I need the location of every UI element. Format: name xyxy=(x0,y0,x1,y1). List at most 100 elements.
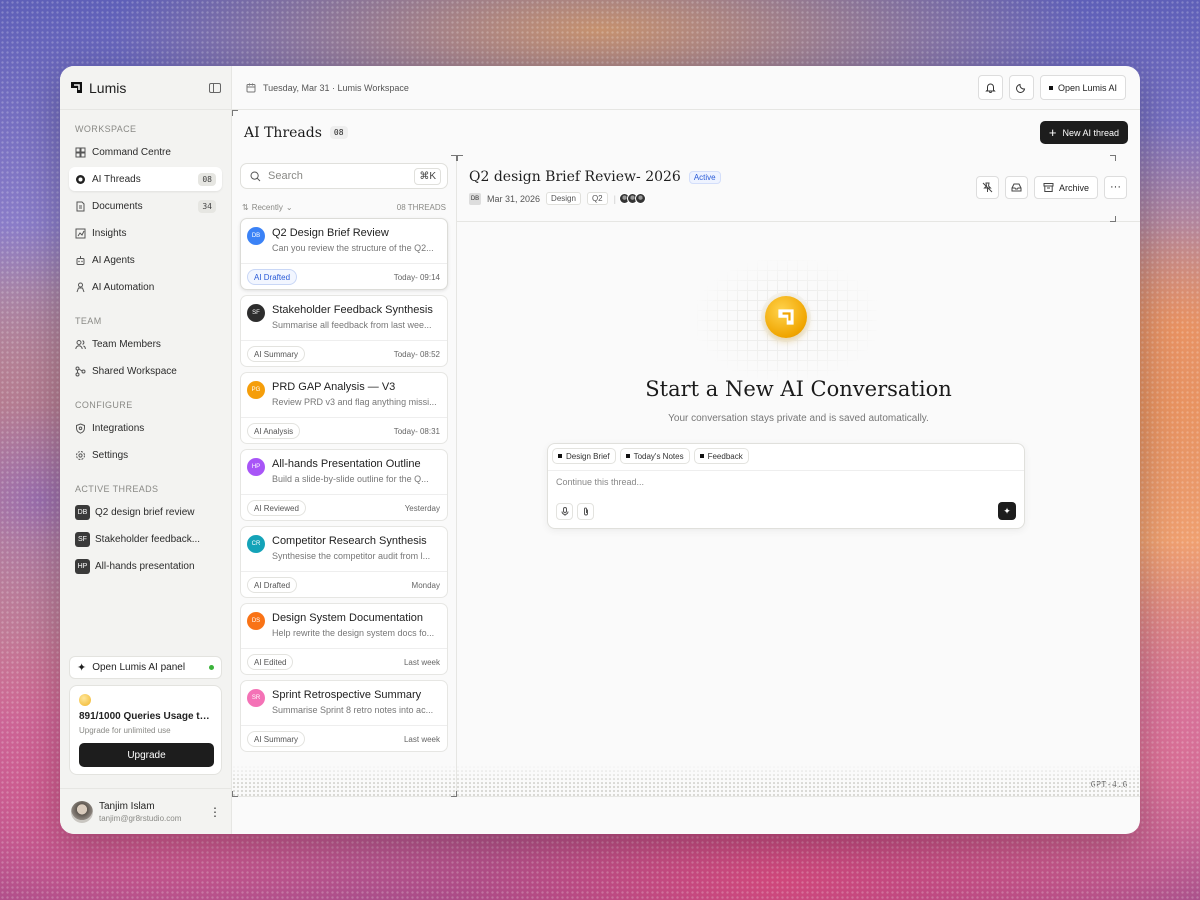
card-divider xyxy=(241,340,447,341)
lumis-logo-icon xyxy=(71,82,82,93)
archive-label: Archive xyxy=(1058,182,1089,193)
sidebar-item-label: Documents xyxy=(92,200,143,212)
section-label-configure: CONFIGURE xyxy=(75,400,133,410)
model-label: GPT-4.0 xyxy=(1090,780,1128,789)
sidebar-item-ai-agents[interactable]: AI Agents xyxy=(69,248,222,272)
sidebar-item-shared-workspace[interactable]: Shared Workspace xyxy=(69,359,222,383)
thread-card[interactable]: PG PRD GAP Analysis — V3 Review PRD v3 and… xyxy=(240,372,448,444)
mic-icon xyxy=(561,507,568,516)
threads-count-badge: 08 xyxy=(329,126,348,139)
open-lumis-ai-label: Open Lumis AI xyxy=(1057,82,1117,93)
theme-toggle-button[interactable] xyxy=(1008,75,1034,100)
thread-tag: AI Summary xyxy=(247,346,306,362)
thread-card-title: Q2 Design Brief Review xyxy=(272,227,389,239)
thread-card[interactable]: CR Competitor Research Synthesis Synthesis… xyxy=(240,526,448,598)
count-badge: 08 xyxy=(198,172,216,186)
sidebar-item-insights[interactable]: Insights xyxy=(69,221,222,245)
sidebar-item-command-centre[interactable]: Command Centre xyxy=(69,140,222,164)
active-thread-label: All-hands presentation xyxy=(95,560,195,572)
search-input[interactable]: Search ⌘K xyxy=(240,163,448,189)
thread-time: Today- 08:31 xyxy=(393,427,440,436)
context-chip[interactable]: Today's Notes xyxy=(619,448,690,464)
send-button[interactable]: ✦ xyxy=(998,502,1016,520)
upgrade-button[interactable]: Upgrade xyxy=(79,743,214,767)
thread-avatar: DS xyxy=(247,612,265,630)
corner-mark xyxy=(1110,216,1116,222)
app-window: Lumis WORKSPACE Command Centre AI Threads… xyxy=(60,66,1140,834)
active-thread-item[interactable]: HP All-hands presentation xyxy=(69,554,222,578)
active-thread-item[interactable]: SF Stakeholder feedback... xyxy=(69,527,222,551)
users-icon xyxy=(75,339,86,350)
thread-card-preview: Synthesise the competitor audit from l..… xyxy=(272,551,431,561)
sort-dropdown[interactable]: ⇅ Recently ⌄ xyxy=(242,203,293,212)
new-ai-thread-label: New AI thread xyxy=(1062,127,1119,138)
attach-button[interactable] xyxy=(577,503,594,520)
sidebar-item-label: Integrations xyxy=(92,422,145,434)
archive-button[interactable]: Archive xyxy=(1033,176,1098,199)
notifications-button[interactable] xyxy=(977,75,1003,100)
square-bullet-icon xyxy=(1048,85,1053,90)
active-thread-item[interactable]: DB Q2 design brief review xyxy=(69,500,222,524)
more-options-button[interactable]: ··· xyxy=(1104,176,1127,199)
collaborator-avatars[interactable] xyxy=(618,193,646,204)
card-divider xyxy=(241,263,447,264)
more-vertical-icon[interactable]: ⋮ xyxy=(209,805,221,819)
thread-tag: AI Reviewed xyxy=(247,500,306,516)
thread-tag: AI Analysis xyxy=(247,423,301,439)
thread-cards: DB Q2 Design Brief Review Can you review t… xyxy=(240,218,448,752)
thread-card-title: Stakeholder Feedback Synthesis xyxy=(272,304,433,316)
thread-card-preview: Can you review the structure of the Q2..… xyxy=(272,243,434,253)
corner-mark xyxy=(451,791,457,797)
composer-input[interactable]: Continue this thread... xyxy=(548,470,1024,493)
section-label-team: TEAM xyxy=(75,316,102,326)
thread-card[interactable]: DS Design System Documentation Help rewrit… xyxy=(240,603,448,675)
context-chip[interactable]: Feedback xyxy=(693,448,749,464)
avatar xyxy=(71,800,93,823)
lumis-mark-icon xyxy=(778,309,794,325)
share-button[interactable] xyxy=(1004,176,1028,199)
brand-name: Lumis xyxy=(89,79,127,96)
new-ai-thread-button[interactable]: + New AI thread xyxy=(1039,121,1128,144)
more-horizontal-icon: ··· xyxy=(1110,181,1121,193)
tag-chip[interactable]: Q2 xyxy=(586,192,608,205)
status-badge: Active xyxy=(688,170,721,184)
paperclip-icon xyxy=(583,507,588,516)
open-lumis-ai-button[interactable]: Open Lumis AI xyxy=(1039,75,1126,100)
user-profile[interactable]: Tanjim Islam tanjim@gr8rstudio.com ⋮ xyxy=(60,788,232,834)
thread-tag: AI Drafted xyxy=(247,269,298,285)
active-threads-nav: DB Q2 design brief review SF Stakeholder fe… xyxy=(60,500,231,581)
brand-header: Lumis xyxy=(60,66,231,110)
sidebar-collapse-icon[interactable] xyxy=(209,82,221,93)
thread-card[interactable]: HP All-hands Presentation Outline Build a … xyxy=(240,449,448,521)
workspace-nav: Command Centre AI Threads 08 Documents 34 Ins… xyxy=(60,140,231,302)
context-chip-label: Today's Notes xyxy=(633,451,684,461)
sparkle-icon: ✦ xyxy=(77,662,87,674)
sidebar-item-team-members[interactable]: Team Members xyxy=(69,332,222,356)
sidebar-item-ai-threads[interactable]: AI Threads 08 xyxy=(69,167,222,191)
open-ai-panel-button[interactable]: ✦ Open Lumis AI panel xyxy=(69,656,222,679)
thread-card[interactable]: SF Stakeholder Feedback Synthesis Summaris… xyxy=(240,295,448,367)
topbar-date: Tuesday, Mar 31 · Lumis Workspace xyxy=(263,82,409,93)
sidebar-item-integrations[interactable]: Integrations xyxy=(69,416,222,440)
thread-card-title: All-hands Presentation Outline xyxy=(272,458,421,470)
unpin-button[interactable] xyxy=(975,176,999,199)
tag-chip[interactable]: Design xyxy=(546,192,581,205)
square-bullet-icon xyxy=(558,454,562,458)
mic-button[interactable] xyxy=(556,503,573,520)
sidebar-item-settings[interactable]: Settings xyxy=(69,443,222,467)
chevron-down-icon: ⌄ xyxy=(285,203,293,212)
team-nav: Team Members Shared Workspace xyxy=(60,332,231,386)
thread-card[interactable]: DB Q2 Design Brief Review Can you review t… xyxy=(240,218,448,290)
thread-time: Last week xyxy=(403,735,440,744)
thread-card[interactable]: SR Sprint Retrospective Summary Summarise … xyxy=(240,680,448,752)
sort-row: ⇅ Recently ⌄ 08 THREADS xyxy=(242,203,446,212)
usage-subtitle: Upgrade for unlimited use xyxy=(79,726,171,735)
context-chip[interactable]: Design Brief xyxy=(552,448,616,464)
sidebar-item-documents[interactable]: Documents 34 xyxy=(69,194,222,218)
user-name: Tanjim Islam xyxy=(99,800,155,812)
calendar-icon xyxy=(246,83,256,92)
sidebar-item-ai-automation[interactable]: AI Automation xyxy=(69,275,222,299)
thread-list: Search ⌘K ⇅ Recently ⌄ 08 THREADS DB Q2 D… xyxy=(232,155,457,797)
usage-card: 891/1000 Queries Usage this... Upgrade f… xyxy=(69,685,222,775)
context-chip-label: Feedback xyxy=(707,451,743,461)
